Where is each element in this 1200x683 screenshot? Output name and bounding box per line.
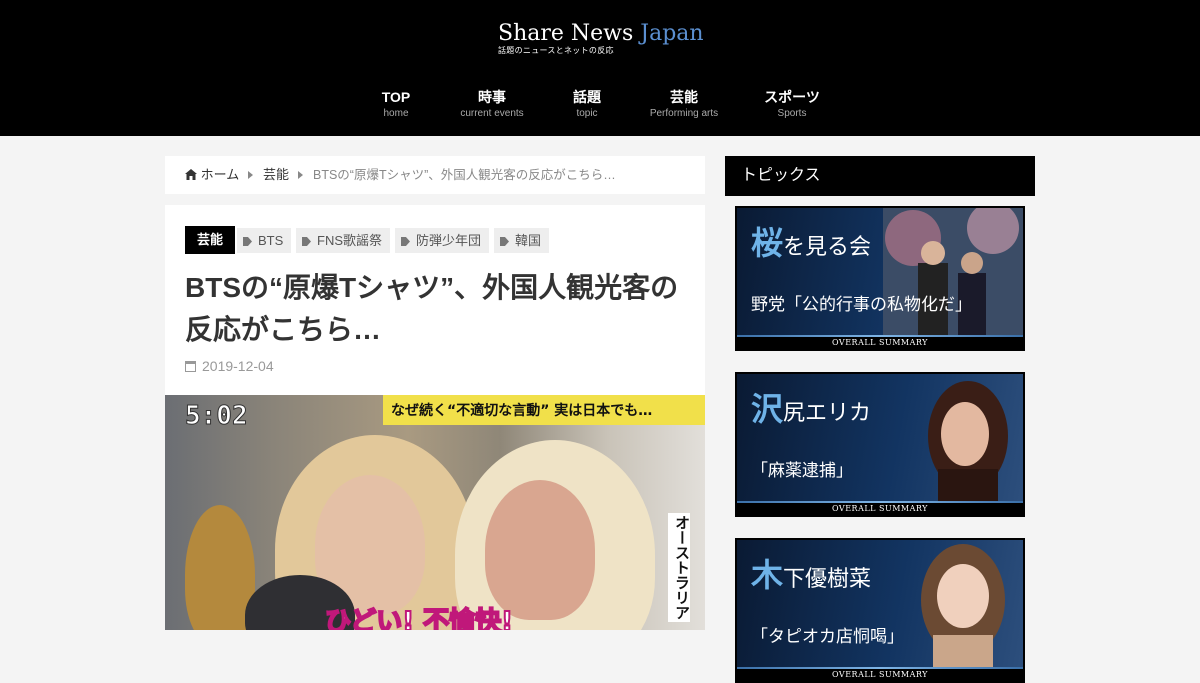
nav-label: スポーツ [764, 89, 820, 105]
card-subtitle: 「麻薬逮捕」 [751, 461, 853, 481]
tag-icon [401, 237, 410, 246]
site-header: Share News Japan 話題のニュースとネットの反応 TOP home… [0, 0, 1200, 136]
card-title-rest: を見る会 [783, 235, 872, 260]
image-caption: ひどい! 不愉快! [324, 606, 514, 630]
card-title-initial: 桜 [751, 224, 784, 262]
sidebar-heading: トピックス [725, 156, 1035, 196]
logo-title: Share News Japan [498, 20, 704, 48]
nav-item-sports[interactable]: スポーツ Sports [732, 86, 852, 120]
card-photo [883, 208, 1023, 349]
tag[interactable]: BTS [237, 228, 292, 253]
article: 芸能 BTS FNS歌謡祭 防弾少年団 韓国 BTSの“原爆Tシャツ”、外国人観… [165, 205, 705, 630]
card-footer: OVERALL SUMMARY [737, 669, 1023, 681]
card-footer: OVERALL SUMMARY [737, 503, 1023, 515]
card-title-initial: 木 [751, 556, 784, 594]
calendar-icon [185, 361, 196, 372]
logo-main-text: Share News [498, 21, 641, 46]
tag-icon [243, 237, 252, 246]
main-nav: TOP home 時事 current events 話題 topic 芸能 P… [0, 86, 1200, 126]
image-vertical-label: オーストラリア [668, 513, 691, 622]
breadcrumb: ホーム 芸能 BTSの“原爆Tシャツ”、外国人観光客の反応がこちら… [165, 156, 705, 194]
tag[interactable]: 韓国 [494, 228, 550, 253]
tag-label: 韓国 [515, 233, 542, 248]
card-title-rest: 尻エリカ [783, 401, 872, 426]
image-banner: なぜ続く“不適切な言動” 実は日本でも… [383, 395, 705, 425]
tag[interactable]: 防弾少年団 [395, 228, 490, 253]
nav-item-performing-arts[interactable]: 芸能 Performing arts [624, 86, 744, 120]
logo-accent-text: Japan [640, 21, 704, 46]
tag-label: BTS [258, 233, 284, 248]
breadcrumb-current: BTSの“原爆Tシャツ”、外国人観光客の反応がこちら… [313, 168, 616, 182]
tag-label: FNS歌謡祭 [317, 233, 383, 248]
article-hero-image[interactable]: なぜ続く“不適切な言動” 実は日本でも… 5:02 オーストラリア ひどい! 不… [165, 395, 705, 630]
card-title-rest: 下優樹菜 [783, 567, 872, 592]
topic-card[interactable]: 木下優樹菜 「タピオカ店恫喝」 OVERALL SUMMARY [735, 538, 1025, 683]
breadcrumb-separator-icon [298, 171, 303, 179]
card-title: 木下優樹菜 [751, 550, 871, 596]
tag[interactable]: FNS歌謡祭 [296, 228, 391, 253]
card-title: 沢尻エリカ [751, 384, 871, 430]
card-subtitle: 野党「公的行事の私物化だ」 [751, 295, 972, 315]
nav-sublabel: Sports [777, 108, 807, 119]
image-time-text: 5:02 [185, 401, 249, 432]
date-text: 2019-12-04 [202, 358, 274, 374]
nav-label: 芸能 [670, 89, 698, 105]
image-banner-text: なぜ続く“不適切な言動” 実は日本でも… [391, 403, 653, 419]
topic-card[interactable]: 桜を見る会 野党「公的行事の私物化だ」 OVERALL SUMMARY [735, 206, 1025, 351]
breadcrumb-home[interactable]: ホーム [185, 156, 239, 194]
card-title: 桜を見る会 [751, 218, 871, 264]
card-subtitle: 「タピオカ店恫喝」 [751, 627, 904, 647]
breadcrumb-separator-icon [248, 171, 253, 179]
topic-card[interactable]: 沢尻エリカ 「麻薬逮捕」 OVERALL SUMMARY [735, 372, 1025, 517]
tag-icon [500, 237, 509, 246]
nav-sublabel: Performing arts [649, 108, 719, 119]
card-footer: OVERALL SUMMARY [737, 337, 1023, 349]
site-logo[interactable]: Share News Japan 話題のニュースとネットの反応 [498, 20, 704, 56]
article-date: 2019-12-04 [185, 358, 274, 374]
tag-label: 防弾少年団 [416, 233, 482, 248]
tag-icon [302, 237, 311, 246]
card-photo [928, 381, 1008, 515]
category-badge[interactable]: 芸能 [185, 226, 236, 254]
breadcrumb-category[interactable]: 芸能 [263, 156, 289, 194]
home-icon [185, 169, 197, 180]
person-right-face [485, 480, 595, 620]
card-title-initial: 沢 [751, 390, 784, 428]
article-title: BTSの“原爆Tシャツ”、外国人観光客の反応がこちら… [185, 272, 679, 345]
card-photo [921, 544, 1005, 681]
breadcrumb-home-label: ホーム [200, 167, 240, 182]
